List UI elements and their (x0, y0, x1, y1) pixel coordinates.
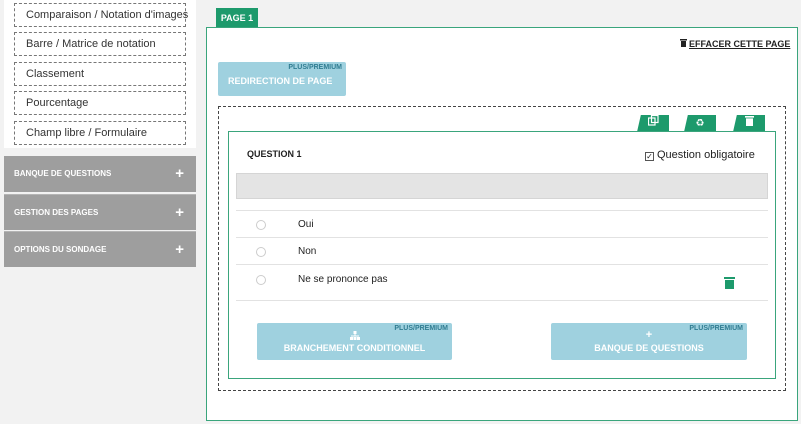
option-radio[interactable] (256, 247, 266, 257)
tool-item-ranking[interactable]: Classement (14, 62, 186, 86)
section-label: GESTION DES PAGES (14, 208, 99, 217)
trash-icon-body (725, 280, 734, 289)
section-question-bank[interactable]: BANQUE DE QUESTIONS + (4, 156, 196, 192)
option-label[interactable]: Non (298, 246, 316, 257)
divider (236, 210, 768, 211)
conditional-branching-label: BRANCHEMENT CONDITIONNEL (283, 343, 426, 353)
delete-option-icon[interactable] (724, 277, 735, 289)
checkbox-checked-icon[interactable]: ✓ (645, 152, 654, 161)
page-redirect-label: REDIRECTION DE PAGE (228, 76, 333, 86)
divider (236, 300, 768, 301)
section-label: BANQUE DE QUESTIONS (14, 169, 112, 178)
delete-question-button[interactable] (733, 115, 765, 132)
erase-page-label: EFFACER CETTE PAGE (689, 39, 791, 49)
tab-page-1[interactable]: PAGE 1 (216, 8, 258, 28)
trash-icon-lid (724, 277, 735, 279)
mandatory-label: Question obligatoire (657, 149, 755, 161)
sidebar: Comparaison / Notation d'images Barre / … (0, 0, 200, 424)
question-title: QUESTION 1 (247, 149, 302, 159)
question-type-list: Comparaison / Notation d'images Barre / … (4, 0, 196, 148)
recycle-icon: ♻ (695, 118, 705, 129)
tool-item-percentage[interactable]: Pourcentage (14, 91, 186, 115)
premium-badge: PLUS/PREMIUM (288, 64, 342, 71)
question-text-input[interactable] (236, 173, 768, 199)
option-label[interactable]: Oui (298, 219, 314, 230)
plus-icon: + (175, 241, 184, 258)
duplicate-question-button[interactable] (637, 115, 669, 132)
tool-item-rating-matrix[interactable]: Barre / Matrice de notation (14, 32, 186, 56)
conditional-branching-button[interactable]: PLUS/PREMIUM BRANCHEMENT CONDITIONNEL (257, 323, 452, 360)
option-radio[interactable] (256, 220, 266, 230)
plus-icon: + (175, 165, 184, 182)
question-bank-label: BANQUE DE QUESTIONS (594, 343, 704, 353)
divider (236, 264, 768, 265)
tool-item-free-field[interactable]: Champ libre / Formulaire (14, 121, 186, 145)
erase-page-link[interactable]: EFFACER CETTE PAGE (680, 39, 790, 49)
divider (236, 237, 768, 238)
option-radio[interactable] (256, 275, 266, 285)
plus-icon: + (175, 204, 184, 221)
section-page-management[interactable]: GESTION DES PAGES + (4, 194, 196, 230)
option-label[interactable]: Ne se prononce pas (298, 274, 388, 285)
mandatory-checkbox[interactable]: ✓ Question obligatoire (645, 149, 755, 161)
recycle-question-button[interactable]: ♻ (684, 115, 716, 132)
sitemap-icon (257, 331, 452, 342)
tool-item-image-comparison[interactable]: Comparaison / Notation d'images (14, 3, 188, 27)
copy-icon (647, 115, 659, 129)
section-survey-options[interactable]: OPTIONS DU SONDAGE + (4, 231, 196, 267)
page-redirect-button[interactable]: PLUS/PREMIUM REDIRECTION DE PAGE (218, 62, 346, 96)
trash-icon (680, 39, 687, 49)
plus-icon: + (645, 329, 653, 341)
question-bank-button[interactable]: PLUS/PREMIUM + BANQUE DE QUESTIONS (551, 323, 747, 360)
section-label: OPTIONS DU SONDAGE (14, 245, 107, 254)
trash-icon (744, 116, 754, 129)
